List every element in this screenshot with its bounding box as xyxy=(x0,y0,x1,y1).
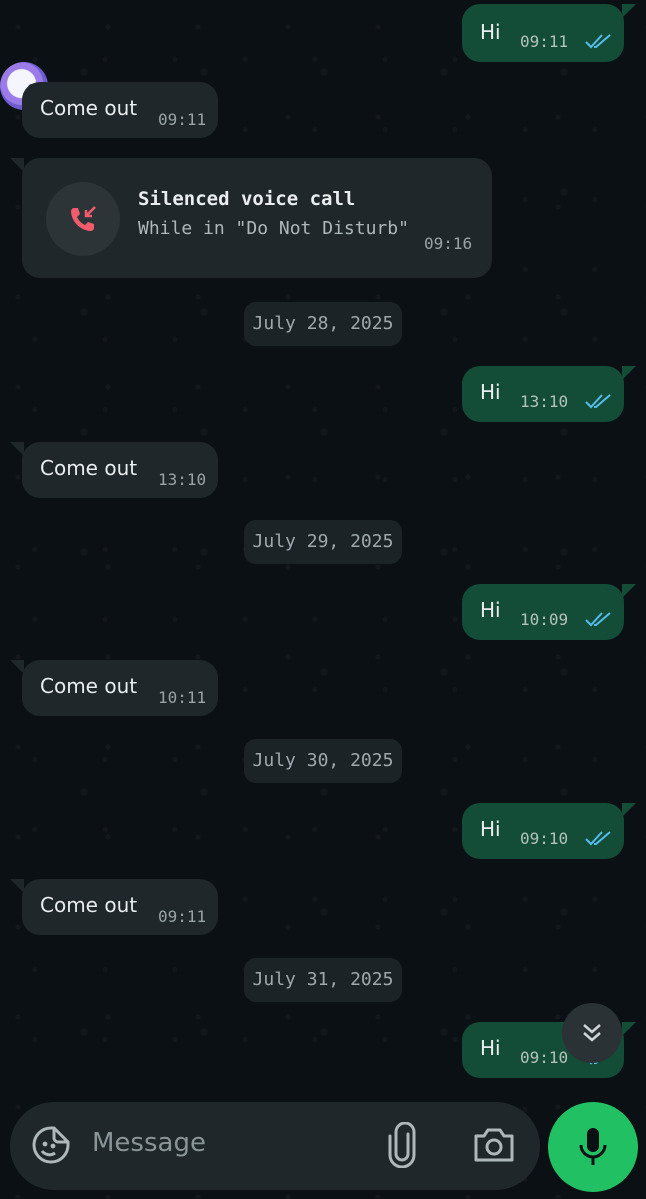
message-time: 13:10 xyxy=(158,470,207,489)
message-text: Hi xyxy=(480,817,501,841)
double-check-icon xyxy=(585,34,611,49)
message-time: 13:10 xyxy=(520,392,569,411)
camera-icon[interactable] xyxy=(472,1124,516,1166)
incoming-message[interactable]: Come out 13:10 xyxy=(10,442,218,498)
message-text: Hi xyxy=(480,20,501,44)
silenced-call-card[interactable]: Silenced voice call While in "Do Not Dis… xyxy=(10,158,492,278)
missed-call-icon xyxy=(46,182,120,256)
date-separator: July 30, 2025 xyxy=(244,739,402,783)
message-text: Come out xyxy=(40,893,138,917)
outgoing-message[interactable]: Hi 09:10 xyxy=(462,803,636,859)
microphone-icon xyxy=(579,1128,607,1165)
incoming-message[interactable]: Come out 09:11 xyxy=(10,879,218,935)
message-text: Come out xyxy=(40,674,138,698)
message-input[interactable]: Message xyxy=(92,1128,206,1158)
date-separator: July 28, 2025 xyxy=(244,302,402,346)
date-separator: July 29, 2025 xyxy=(244,520,402,564)
double-chevron-down-icon xyxy=(583,1024,601,1042)
message-time: 10:11 xyxy=(158,688,207,707)
message-time: 10:09 xyxy=(520,610,569,629)
scroll-to-bottom-button[interactable] xyxy=(562,1003,622,1063)
message-time: 09:10 xyxy=(520,829,569,848)
call-subtitle: While in "Do Not Disturb" xyxy=(138,218,409,239)
call-time: 09:16 xyxy=(424,234,473,253)
outgoing-message[interactable]: Hi 10:09 xyxy=(462,584,636,640)
paperclip-icon[interactable] xyxy=(384,1122,420,1168)
message-text: Hi xyxy=(480,598,501,622)
double-check-icon xyxy=(585,612,611,627)
message-time: 09:11 xyxy=(158,110,207,129)
call-title: Silenced voice call xyxy=(138,188,356,210)
double-check-icon xyxy=(585,831,611,846)
date-separator: July 31, 2025 xyxy=(244,958,402,1002)
sticker-icon[interactable] xyxy=(30,1124,72,1166)
message-time: 09:11 xyxy=(158,907,207,926)
message-text: Come out xyxy=(40,456,138,480)
message-text: Hi xyxy=(480,380,501,404)
outgoing-message[interactable]: Hi 09:11 xyxy=(462,4,636,62)
voice-record-button[interactable] xyxy=(548,1102,638,1192)
incoming-message[interactable]: Come out 09:11 xyxy=(22,82,218,138)
message-text: Hi xyxy=(480,1036,501,1060)
message-time: 09:10 xyxy=(520,1048,569,1067)
incoming-message[interactable]: Come out 10:11 xyxy=(10,660,218,716)
message-composer: Message xyxy=(10,1102,540,1190)
message-text: Come out xyxy=(40,96,138,120)
double-check-icon xyxy=(585,394,611,409)
outgoing-message[interactable]: Hi 13:10 xyxy=(462,366,636,422)
message-time: 09:11 xyxy=(520,32,569,51)
